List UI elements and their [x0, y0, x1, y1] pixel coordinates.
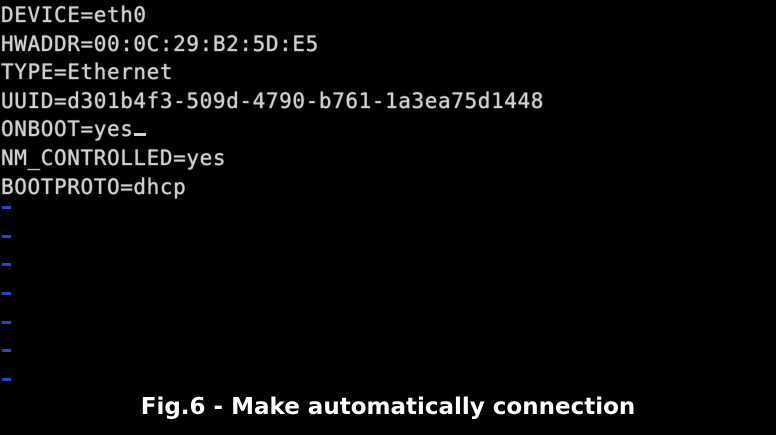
- config-line-nm-controlled: NM_CONTROLLED=yes: [1, 145, 227, 170]
- tilde-glyph: [2, 206, 11, 209]
- terminal-screen[interactable]: DEVICE=eth0 HWADDR=00:0C:29:B2:5D:E5 TYP…: [0, 0, 776, 435]
- figure-caption: Fig.6 - Make automatically connection: [140, 394, 636, 420]
- config-line-device: DEVICE=eth0: [1, 3, 147, 27]
- tilde-glyph: [2, 378, 11, 382]
- tilde-glyph: [2, 320, 11, 324]
- tilde-glyph: [2, 263, 11, 267]
- tilde-glyph: [2, 349, 11, 353]
- config-line-uuid: UUID=d301b4f3-509d-4790-b761-1a3ea75d144…: [1, 88, 544, 113]
- config-line-onboot-row: ONBOOT=yes: [1, 115, 544, 144]
- config-line-onboot: ONBOOT=yes: [1, 117, 134, 142]
- text-cursor: [134, 133, 147, 137]
- config-line-type: TYPE=Ethernet: [1, 60, 174, 85]
- config-line-bootproto: BOOTPROTO=dhcp: [1, 174, 187, 199]
- file-content: DEVICE=eth0 HWADDR=00:0C:29:B2:5D:E5 TYP…: [1, 1, 544, 201]
- tilde-glyph: [2, 292, 11, 296]
- config-line-hwaddr: HWADDR=00:0C:29:B2:5D:E5: [1, 31, 319, 56]
- tilde-glyph: [2, 234, 11, 238]
